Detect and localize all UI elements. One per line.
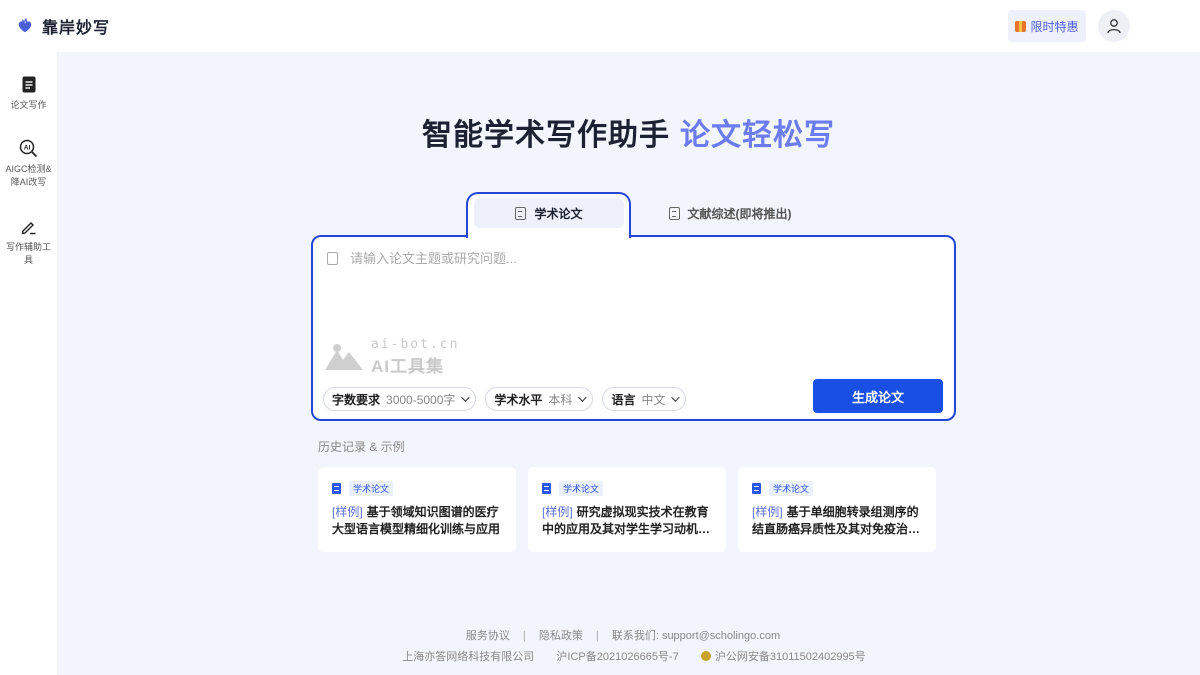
chip-value: 中文 bbox=[641, 392, 666, 407]
sidebar: 论文写作 AI AIGC检测&降AI改写 写作辅助工具 bbox=[0, 52, 57, 675]
footer-legal: 上海亦答网络科技有限公司 沪ICP备2021026665号-7 沪公网安备310… bbox=[0, 648, 1200, 664]
brand-name: 靠岸妙写 bbox=[42, 20, 111, 37]
card-text: [样例]基于单细胞转录组测序的结直肠癌异质性及其对免疫治疗反应的影响 bbox=[752, 504, 922, 538]
chevron-down-icon bbox=[461, 393, 471, 402]
topic-editor: ai-bot.cn AI工具集 字数要求 3000-5000字 学术水平 本科 … bbox=[311, 235, 956, 421]
document-outline-icon bbox=[515, 206, 527, 220]
sidebar-item-paper-writing[interactable]: 论文写作 bbox=[0, 74, 57, 112]
promo-button[interactable]: 限时特惠 bbox=[1008, 10, 1086, 42]
chevron-down-icon bbox=[578, 393, 588, 402]
page-title-main: 智能学术写作助手 bbox=[422, 119, 670, 152]
footer-company: 上海亦答网络科技有限公司 bbox=[402, 651, 535, 663]
chip-key: 字数要求 bbox=[332, 392, 381, 407]
tab-literature-review[interactable]: 文献综述(即将推出) bbox=[660, 198, 800, 228]
sidebar-item-writing-tools[interactable]: 写作辅助工具 bbox=[0, 216, 57, 267]
tab-academic-paper[interactable]: 学术论文 bbox=[474, 198, 624, 228]
chip-key: 语言 bbox=[611, 392, 636, 407]
chip-key: 学术水平 bbox=[494, 392, 543, 407]
card-text: [样例] 基于领域知识图谱的医疗大型语言模型精细化训练与应用 bbox=[332, 504, 502, 538]
page-title-accent: 论文轻松写 bbox=[680, 119, 835, 152]
generate-paper-button[interactable]: 生成论文 bbox=[813, 379, 943, 413]
footer-link-terms[interactable]: 服务协议 bbox=[466, 630, 510, 642]
footer-links: 服务协议 | 隐私政策 | 联系我们: support@scholingo.co… bbox=[0, 627, 1200, 643]
watermark-text: ai-bot.cn AI工具集 bbox=[371, 337, 459, 377]
document-icon bbox=[332, 483, 341, 494]
pen-icon bbox=[19, 216, 39, 236]
page-title: 智能学术写作助手 论文轻松写 bbox=[57, 110, 1200, 154]
watermark-url: ai-bot.cn bbox=[371, 337, 460, 352]
card-tag: 学术论文 bbox=[349, 481, 394, 496]
tab-label: 文献综述(即将推出) bbox=[687, 206, 792, 221]
footer-divider: | bbox=[595, 630, 599, 642]
chevron-down-icon bbox=[671, 393, 681, 402]
history-card[interactable]: 学术论文 [样例]研究虚拟现实技术在教育中的应用及其对学生学习动机和效果的影响 bbox=[528, 467, 726, 552]
card-tag: 学术论文 bbox=[559, 481, 604, 496]
chip-value: 本科 bbox=[548, 392, 573, 407]
footer-link-privacy[interactable]: 隐私政策 bbox=[539, 630, 583, 642]
document-icon bbox=[752, 483, 761, 494]
card-prefix: [样例] bbox=[752, 505, 783, 519]
word-count-select[interactable]: 字数要求 3000-5000字 bbox=[323, 387, 477, 411]
academic-level-select[interactable]: 学术水平 本科 bbox=[485, 387, 594, 411]
card-text: [样例]研究虚拟现实技术在教育中的应用及其对学生学习动机和效果的影响 bbox=[542, 504, 712, 538]
tab-editor-joint bbox=[468, 234, 629, 238]
history-title: 历史记录 & 示例 bbox=[318, 440, 405, 454]
history-card[interactable]: 学术论文 [样例] 基于领域知识图谱的医疗大型语言模型精细化训练与应用 bbox=[318, 467, 516, 552]
watermark-name: AI工具集 bbox=[371, 357, 444, 376]
watermark: ai-bot.cn AI工具集 bbox=[323, 337, 459, 377]
top-bar: 靠岸妙写 限时特惠 bbox=[0, 0, 1200, 52]
sidebar-item-aigc-detection[interactable]: AI AIGC检测&降AI改写 bbox=[0, 138, 57, 189]
footer-contact: 联系我们: support@scholingo.com bbox=[611, 630, 781, 642]
topic-input[interactable] bbox=[350, 251, 910, 266]
history-card[interactable]: 学术论文 [样例]基于单细胞转录组测序的结直肠癌异质性及其对免疫治疗反应的影响 bbox=[738, 467, 936, 552]
document-icon bbox=[19, 74, 39, 94]
sidebar-item-label: 写作辅助工具 bbox=[5, 242, 51, 265]
document-icon bbox=[542, 483, 551, 494]
tab-label: 学术论文 bbox=[534, 206, 583, 221]
card-prefix: [样例] bbox=[332, 505, 363, 519]
card-head: 学术论文 bbox=[332, 481, 502, 496]
chip-value: 3000-5000字 bbox=[386, 392, 456, 407]
option-chips: 字数要求 3000-5000字 学术水平 本科 语言 中文 bbox=[323, 387, 695, 411]
promo-label: 限时特惠 bbox=[1030, 19, 1079, 34]
ai-search-icon: AI bbox=[19, 138, 39, 158]
document-outline-icon bbox=[668, 206, 680, 220]
card-prefix: [样例] bbox=[542, 505, 573, 519]
footer-icp[interactable]: 沪ICP备2021026665号-7 bbox=[556, 651, 678, 663]
brand[interactable]: 靠岸妙写 bbox=[16, 14, 110, 38]
brand-heart-icon bbox=[18, 17, 32, 33]
watermark-logo-icon bbox=[325, 344, 363, 370]
prompt-row bbox=[327, 251, 910, 266]
sidebar-item-label: 论文写作 bbox=[10, 100, 47, 110]
card-tag: 学术论文 bbox=[769, 481, 814, 496]
card-head: 学术论文 bbox=[542, 481, 712, 496]
svg-text:AI: AI bbox=[24, 144, 31, 151]
language-select[interactable]: 语言 中文 bbox=[602, 387, 687, 411]
sidebar-item-label: AIGC检测&降AI改写 bbox=[5, 164, 52, 187]
footer-divider: | bbox=[522, 630, 526, 642]
footer-police[interactable]: 沪公网安备31011502402995号 bbox=[715, 651, 866, 663]
prompt-document-icon bbox=[327, 252, 338, 265]
card-head: 学术论文 bbox=[752, 481, 922, 496]
user-icon bbox=[1107, 19, 1121, 34]
user-avatar-button[interactable] bbox=[1098, 10, 1130, 42]
gift-icon bbox=[1015, 20, 1027, 32]
police-badge-icon bbox=[700, 651, 711, 661]
